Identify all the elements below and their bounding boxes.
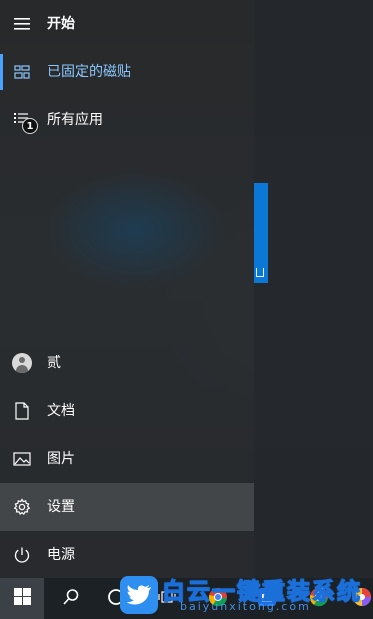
nav-item-label: 图片 xyxy=(47,451,75,467)
step-number-badge: 1 xyxy=(22,118,38,134)
nav-item-label: 已固定的磁贴 xyxy=(47,64,131,80)
nav-item-user-account[interactable]: 贰 xyxy=(0,339,254,387)
nav-item-label: 设置 xyxy=(47,499,75,515)
nav-item-pinned-tiles[interactable]: 已固定的磁贴 xyxy=(0,48,254,96)
document-icon xyxy=(12,401,32,421)
start-header-label: 开始 xyxy=(47,16,75,32)
avatar xyxy=(12,353,32,373)
picture-icon xyxy=(12,449,32,469)
start-header-button[interactable]: 开始 xyxy=(0,0,254,48)
nav-item-documents[interactable]: 文档 xyxy=(0,387,254,435)
nav-item-settings[interactable]: 设置 xyxy=(0,483,254,531)
hamburger-menu-icon xyxy=(12,14,32,34)
app-tile[interactable] xyxy=(254,183,268,283)
search-button[interactable] xyxy=(50,578,92,619)
nav-item-label: 文档 xyxy=(47,403,75,419)
start-nav-pane: 开始 已固定的磁贴 所有应用 1 贰 文档 图片 设置 电源 xyxy=(0,0,254,578)
tiles-icon xyxy=(12,62,32,82)
nav-item-all-apps[interactable]: 所有应用 xyxy=(0,96,254,144)
watermark-url: baiyunxitong.com xyxy=(180,600,311,613)
windows-icon xyxy=(13,588,31,609)
nav-item-label: 所有应用 xyxy=(47,112,103,128)
power-icon xyxy=(12,545,32,565)
nav-item-label: 贰 xyxy=(47,355,61,371)
nav-item-pictures[interactable]: 图片 xyxy=(0,435,254,483)
user-avatar-icon xyxy=(12,353,32,373)
tiles-area xyxy=(254,0,373,578)
tile-glyph-icon xyxy=(256,268,264,277)
watermark-bird-logo xyxy=(120,576,158,614)
nav-item-label: 电源 xyxy=(47,547,75,563)
search-icon xyxy=(62,588,80,610)
gear-icon xyxy=(12,497,32,517)
start-button[interactable] xyxy=(0,578,44,619)
